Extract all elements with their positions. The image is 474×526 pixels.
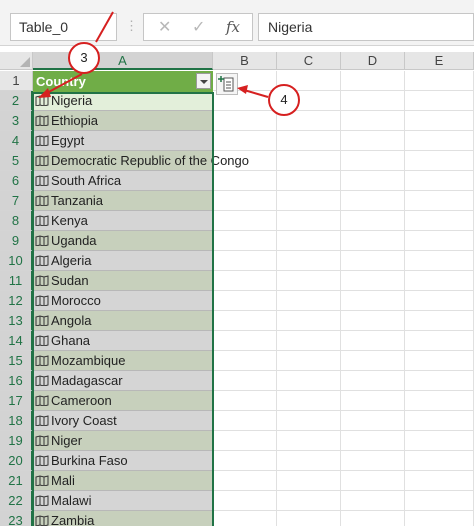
callout-step-3: 3 (68, 42, 100, 74)
callout-step-4: 4 (268, 84, 300, 116)
arrow-head-step-4 (237, 85, 248, 94)
arrow-head-step-3 (38, 88, 51, 98)
callout-arrows (38, 11, 269, 98)
arrow-step-4 (243, 89, 269, 98)
arrow-step-3 (44, 73, 83, 95)
arrow-to-step-3 (95, 11, 114, 43)
